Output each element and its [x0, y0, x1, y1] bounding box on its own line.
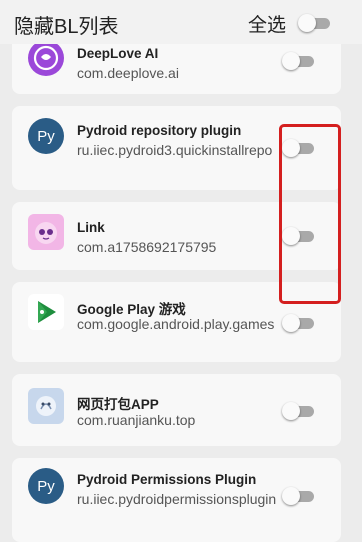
app-list-item[interactable]: Py Pydroid Permissions Plugin ru.iiec.py… [12, 458, 341, 542]
deeplove-icon [28, 40, 64, 76]
hide-app-toggle[interactable] [282, 487, 314, 505]
app-package: ru.iiec.pydroid3.quickinstallrepo [77, 142, 273, 158]
page-title: 隐藏BL列表 [14, 16, 119, 38]
link-app-icon [28, 214, 64, 250]
app-package: com.google.android.play.games [77, 316, 275, 332]
app-name: DeepLove AI [77, 46, 159, 61]
app-name: Pydroid Permissions Plugin [77, 472, 257, 487]
hide-app-toggle[interactable] [282, 52, 314, 70]
svg-text:Py: Py [37, 128, 55, 145]
hide-app-toggle[interactable] [282, 402, 314, 420]
svg-text:Py: Py [37, 478, 55, 495]
app-package: com.a1758692175795 [77, 239, 217, 255]
app-name: Link [77, 220, 105, 235]
app-list-item[interactable]: 网页打包APP com.ruanjianku.top [12, 374, 341, 446]
app-package: com.deeplove.ai [77, 65, 179, 81]
pydroid-icon: Py [28, 118, 64, 154]
hide-app-toggle[interactable] [282, 314, 314, 332]
app-header: 隐藏BL列表 全选 [0, 0, 362, 44]
annotation-highlight-box [279, 124, 341, 304]
select-all-toggle[interactable] [298, 14, 330, 32]
app-package: ru.iiec.pydroidpermissionsplugin [77, 491, 277, 507]
app-package: com.ruanjianku.top [77, 412, 196, 428]
pydroid-icon: Py [28, 468, 64, 504]
select-all-label[interactable]: 全选 [248, 10, 286, 37]
app-name: Pydroid repository plugin [77, 123, 242, 138]
web-package-app-icon [28, 388, 64, 424]
google-play-games-icon [28, 294, 64, 330]
